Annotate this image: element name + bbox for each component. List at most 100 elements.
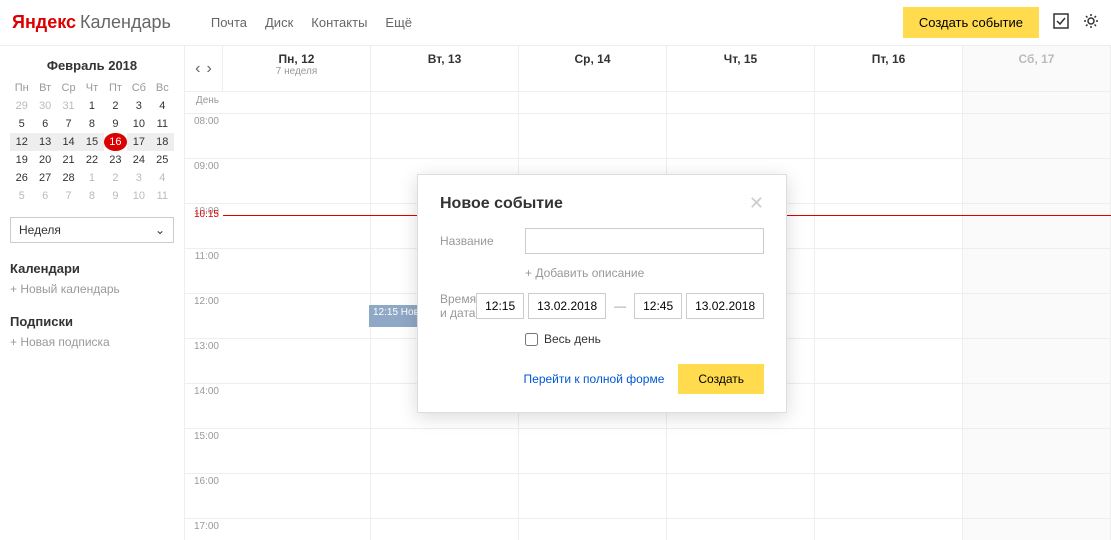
hour-cell[interactable] [963,429,1111,473]
mini-day[interactable]: 2 [104,97,127,115]
allday-cell[interactable] [815,92,963,113]
mini-day[interactable]: 26 [10,169,33,187]
day-header[interactable]: Вт, 13 [371,46,519,91]
mini-day[interactable]: 9 [104,115,127,133]
mini-day[interactable]: 31 [57,97,80,115]
mini-day[interactable]: 11 [151,115,174,133]
close-icon[interactable]: ✕ [749,193,764,214]
mini-day[interactable]: 1 [80,169,103,187]
mini-day[interactable]: 10 [127,187,150,205]
mini-day[interactable]: 12 [10,133,33,151]
hour-cell[interactable] [223,249,371,293]
nav-disk[interactable]: Диск [265,15,293,30]
hour-cell[interactable] [815,429,963,473]
hour-cell[interactable] [519,474,667,518]
nav-more[interactable]: Ещё [385,15,412,30]
hour-cell[interactable] [963,294,1111,338]
create-event-button[interactable]: Создать событие [903,7,1039,38]
mini-day[interactable]: 7 [57,187,80,205]
prev-week-icon[interactable]: ‹ [195,60,200,78]
hour-cell[interactable] [963,339,1111,383]
mini-day[interactable]: 9 [104,187,127,205]
mini-day[interactable]: 24 [127,151,150,169]
hour-cell[interactable] [815,294,963,338]
mini-day[interactable]: 30 [33,97,56,115]
allday-cell[interactable] [667,92,815,113]
hour-cell[interactable] [815,159,963,203]
hour-cell[interactable] [667,429,815,473]
mini-day[interactable]: 6 [33,187,56,205]
mini-day[interactable]: 25 [151,151,174,169]
mini-day[interactable]: 1 [80,97,103,115]
mini-day[interactable]: 27 [33,169,56,187]
mini-day[interactable]: 4 [151,97,174,115]
day-header[interactable]: Пт, 16 [815,46,963,91]
hour-cell[interactable] [223,114,371,158]
allday-cell[interactable] [223,92,371,113]
mini-day[interactable]: 11 [151,187,174,205]
hour-cell[interactable] [519,114,667,158]
hour-cell[interactable] [223,294,371,338]
mini-day[interactable]: 17 [127,133,150,151]
hour-cell[interactable] [963,384,1111,428]
hour-cell[interactable] [963,519,1111,540]
hour-cell[interactable] [519,429,667,473]
hour-cell[interactable] [667,114,815,158]
day-header[interactable]: Сб, 17 [963,46,1111,91]
modal-create-button[interactable]: Создать [678,364,764,394]
mini-day[interactable]: 2 [104,169,127,187]
hour-cell[interactable] [815,384,963,428]
day-header[interactable]: Чт, 15 [667,46,815,91]
hour-cell[interactable] [223,519,371,540]
mini-day[interactable]: 22 [80,151,103,169]
mini-day[interactable]: 7 [57,115,80,133]
hour-cell[interactable] [371,474,519,518]
allday-cell[interactable] [519,92,667,113]
allday-cell[interactable] [963,92,1111,113]
mini-day[interactable]: 5 [10,187,33,205]
hour-cell[interactable] [519,519,667,540]
mini-day[interactable]: 13 [33,133,56,151]
hour-cell[interactable] [815,519,963,540]
gear-icon[interactable] [1083,13,1099,32]
hour-cell[interactable] [371,519,519,540]
mini-day[interactable]: 6 [33,115,56,133]
add-calendar[interactable]: + Новый календарь [10,282,174,296]
hour-cell[interactable] [223,339,371,383]
hour-cell[interactable] [223,474,371,518]
mini-day[interactable]: 16 [104,133,127,151]
mini-day[interactable]: 3 [127,169,150,187]
hour-cell[interactable] [963,474,1111,518]
mini-day[interactable]: 23 [104,151,127,169]
mini-day[interactable]: 3 [127,97,150,115]
hour-cell[interactable] [963,249,1111,293]
mini-day[interactable]: 15 [80,133,103,151]
start-date-input[interactable] [528,293,606,319]
add-subscription[interactable]: + Новая подписка [10,335,174,349]
mini-day[interactable]: 8 [80,115,103,133]
nav-mail[interactable]: Почта [211,15,247,30]
end-date-input[interactable] [686,293,764,319]
hour-cell[interactable] [223,384,371,428]
hour-cell[interactable] [815,114,963,158]
day-header[interactable]: Ср, 14 [519,46,667,91]
mini-day[interactable]: 10 [127,115,150,133]
hour-cell[interactable] [963,114,1111,158]
mini-day[interactable]: 28 [57,169,80,187]
start-time-input[interactable] [476,293,524,319]
mini-day[interactable]: 20 [33,151,56,169]
nav-contacts[interactable]: Контакты [311,15,367,30]
checkbox-icon[interactable] [1053,13,1069,32]
full-form-link[interactable]: Перейти к полной форме [524,372,665,386]
hour-cell[interactable] [371,429,519,473]
day-header[interactable]: Пн, 127 неделя [223,46,371,91]
logo[interactable]: Яндекс Календарь [12,12,171,33]
hour-cell[interactable] [963,159,1111,203]
mini-day[interactable]: 5 [10,115,33,133]
allday-checkbox[interactable] [525,333,538,346]
next-week-icon[interactable]: › [207,60,212,78]
hour-cell[interactable] [371,114,519,158]
hour-cell[interactable] [667,519,815,540]
mini-day[interactable]: 19 [10,151,33,169]
hour-cell[interactable] [815,474,963,518]
